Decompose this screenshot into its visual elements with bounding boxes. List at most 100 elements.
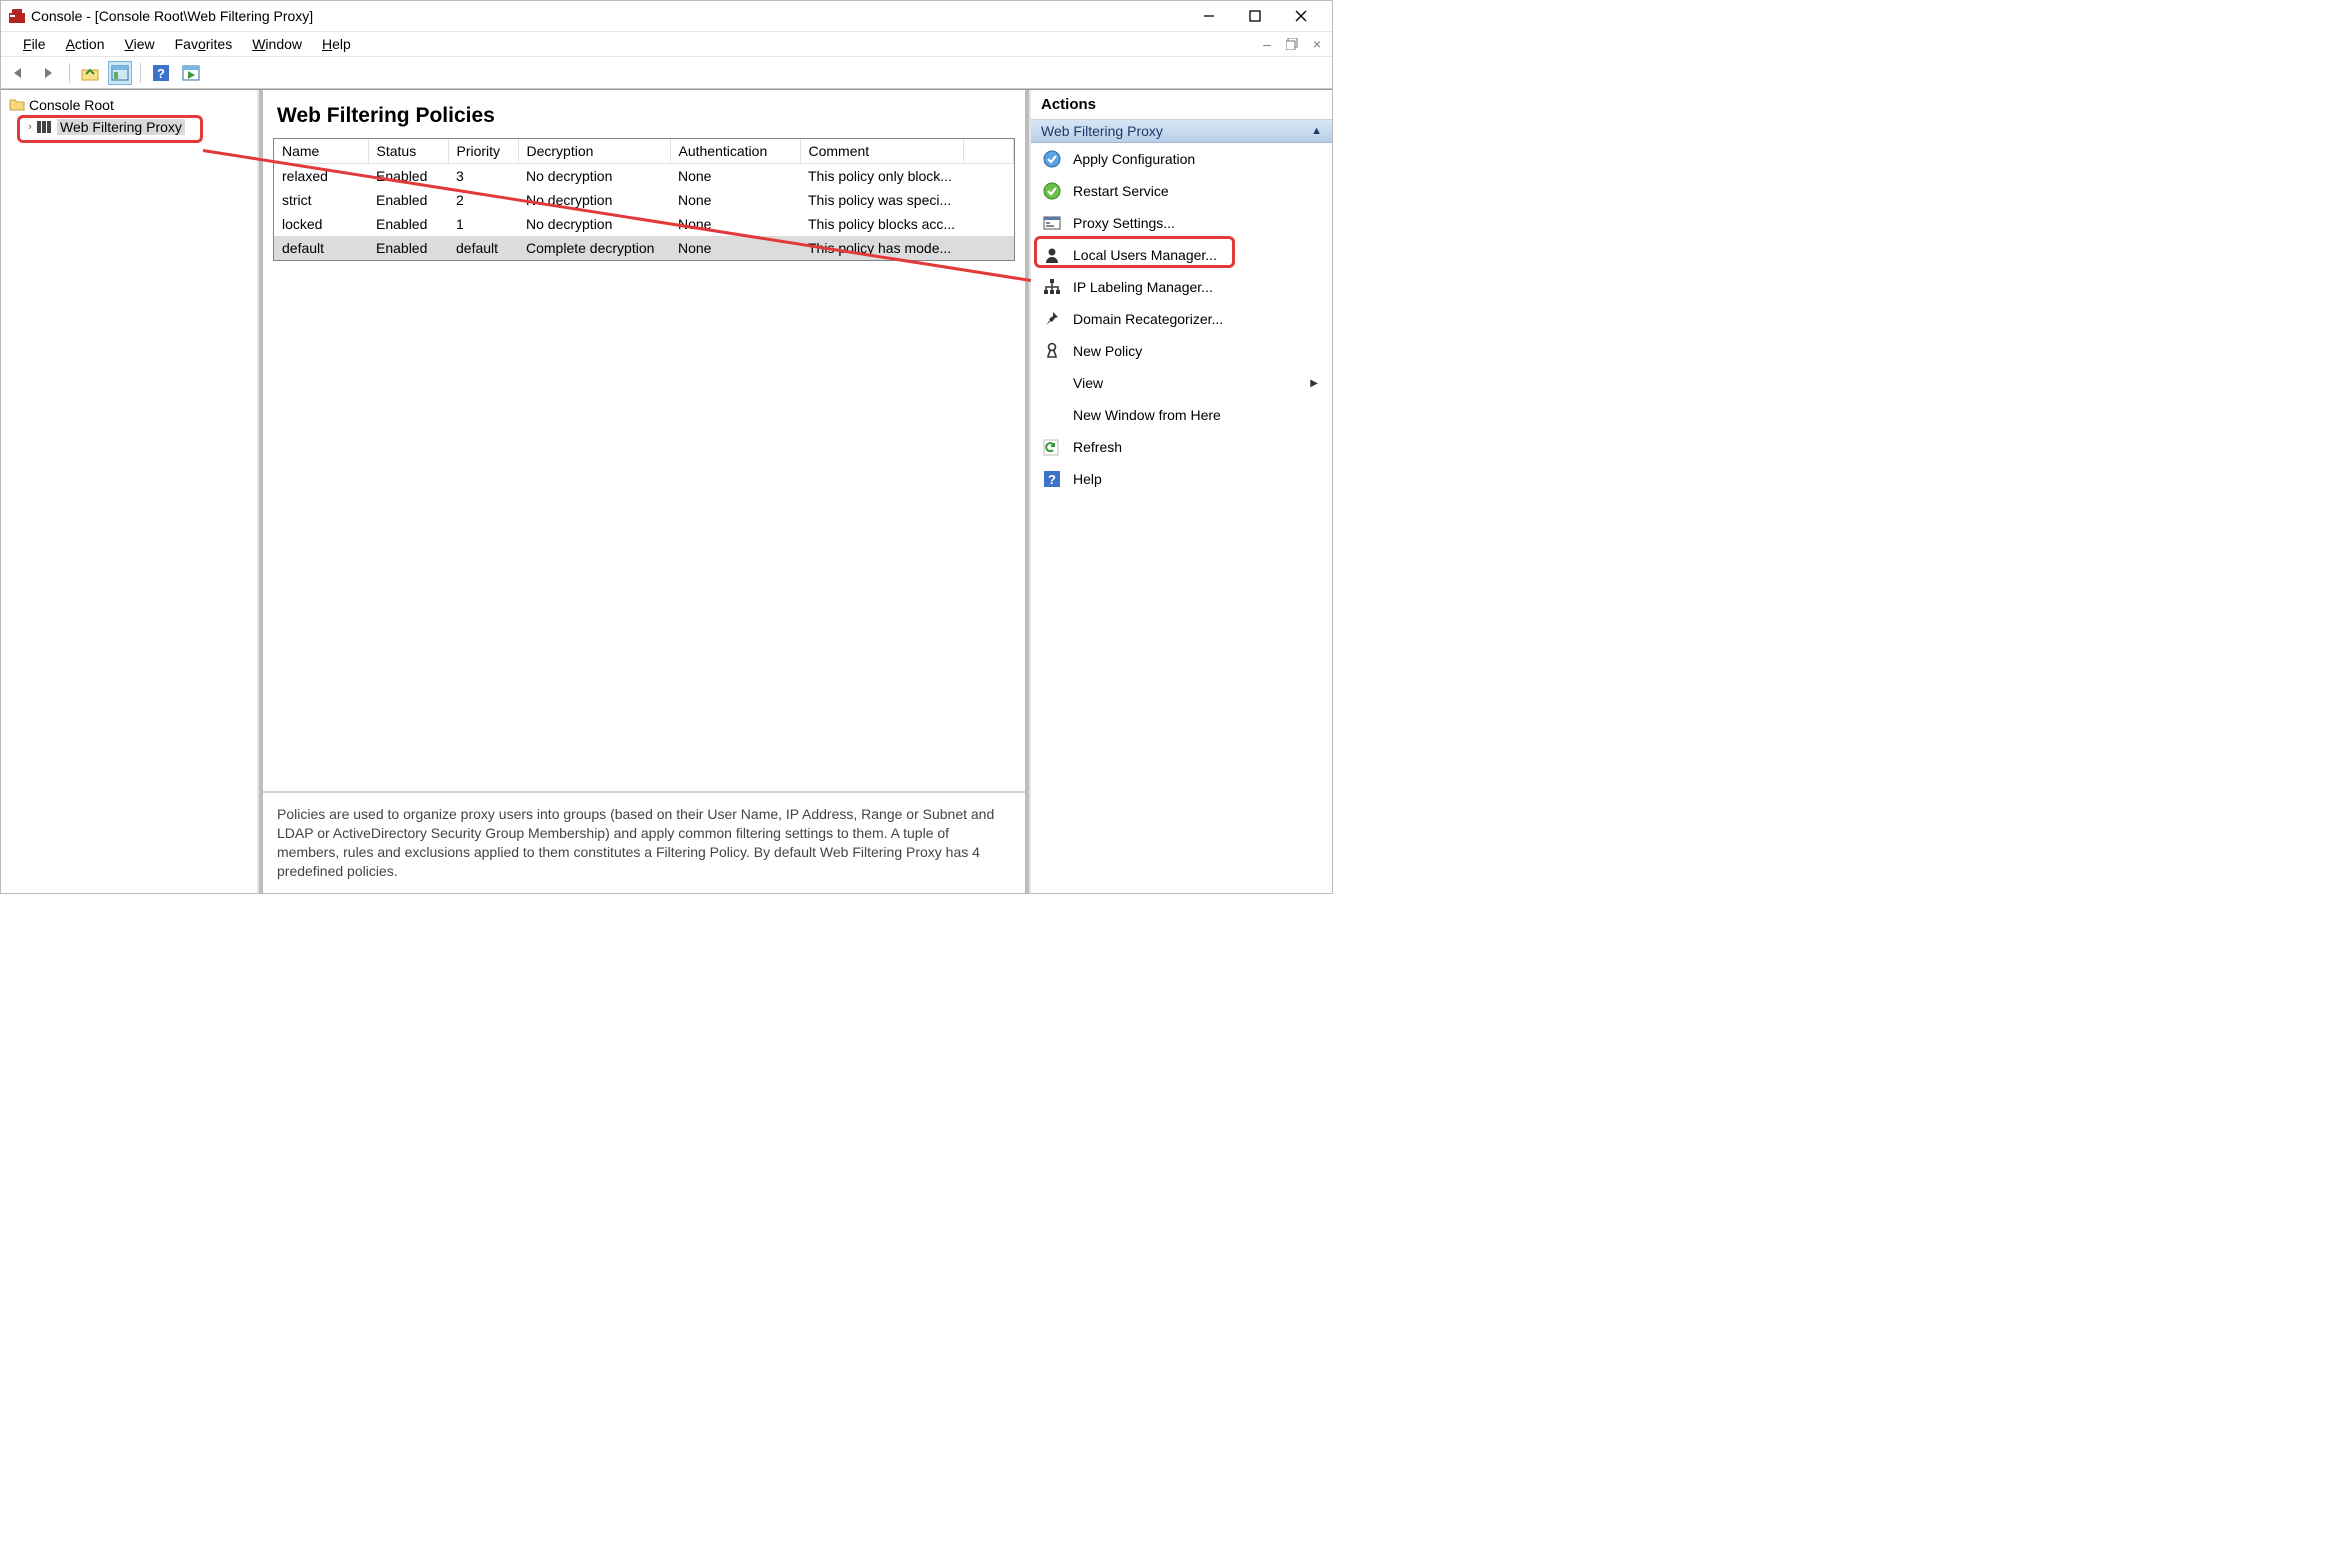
forward-button[interactable] xyxy=(37,61,61,85)
cell-status: Enabled xyxy=(368,236,448,260)
table-row[interactable]: defaultEnableddefaultComplete decryption… xyxy=(274,236,1014,260)
cell-comment: This policy only block... xyxy=(800,164,963,189)
cell-status: Enabled xyxy=(368,164,448,189)
svg-text:?: ? xyxy=(157,66,165,81)
pin-icon xyxy=(1043,310,1061,328)
description-panel: Policies are used to organize proxy user… xyxy=(263,791,1025,893)
tree-root[interactable]: Console Root xyxy=(1,94,257,116)
up-button[interactable] xyxy=(78,61,102,85)
cell-status: Enabled xyxy=(368,188,448,212)
menu-window[interactable]: Window xyxy=(242,34,312,54)
show-tree-button[interactable] xyxy=(108,61,132,85)
actions-group-label: Web Filtering Proxy xyxy=(1041,123,1163,139)
action-label: Apply Configuration xyxy=(1073,151,1320,167)
cell-priority: 2 xyxy=(448,188,518,212)
col-name[interactable]: Name xyxy=(274,139,368,164)
action-proxy-settings[interactable]: Proxy Settings... xyxy=(1031,207,1332,239)
action-new-policy[interactable]: New Policy xyxy=(1031,335,1332,367)
policies-table[interactable]: Name Status Priority Decryption Authenti… xyxy=(274,139,1014,260)
action-label: Refresh xyxy=(1073,439,1320,455)
action-label: IP Labeling Manager... xyxy=(1073,279,1320,295)
cell-name: strict xyxy=(274,188,368,212)
tree-root-label: Console Root xyxy=(29,97,114,113)
col-status[interactable]: Status xyxy=(368,139,448,164)
cell-status: Enabled xyxy=(368,212,448,236)
menu-view[interactable]: View xyxy=(115,34,165,54)
cell-decryption: No decryption xyxy=(518,212,670,236)
window-title: Console - [Console Root\Web Filtering Pr… xyxy=(31,8,1186,24)
action-label: Restart Service xyxy=(1073,183,1320,199)
collapse-icon: ▲ xyxy=(1311,125,1322,137)
chevron-right-icon[interactable]: › xyxy=(23,121,37,133)
tree-node-proxy[interactable]: › Web Filtering Proxy xyxy=(1,116,257,138)
cell-name: locked xyxy=(274,212,368,236)
action-label: Domain Recategorizer... xyxy=(1073,311,1320,327)
col-spacer xyxy=(963,139,1013,164)
run-button[interactable] xyxy=(179,61,203,85)
restart-icon xyxy=(1043,182,1061,200)
help-icon: ? xyxy=(1043,470,1061,488)
action-label: Local Users Manager... xyxy=(1073,247,1320,263)
back-button[interactable] xyxy=(7,61,31,85)
action-label: New Policy xyxy=(1073,343,1320,359)
table-row[interactable]: strictEnabled2No decryptionNoneThis poli… xyxy=(274,188,1014,212)
blank-icon xyxy=(1043,374,1061,392)
action-refresh[interactable]: Refresh xyxy=(1031,431,1332,463)
action-new-window-from-here[interactable]: New Window from Here xyxy=(1031,399,1332,431)
toolbar: ? xyxy=(1,57,1332,89)
action-restart-service[interactable]: Restart Service xyxy=(1031,175,1332,207)
actions-group[interactable]: Web Filtering Proxy ▲ xyxy=(1031,120,1332,143)
child-close[interactable]: × xyxy=(1306,33,1328,55)
cell-priority: 3 xyxy=(448,164,518,189)
cell-name: default xyxy=(274,236,368,260)
action-apply-configuration[interactable]: Apply Configuration xyxy=(1031,143,1332,175)
cell-comment: This policy was speci... xyxy=(800,188,963,212)
action-label: Proxy Settings... xyxy=(1073,215,1320,231)
page-title: Web Filtering Policies xyxy=(263,90,1025,138)
cell-decryption: No decryption xyxy=(518,164,670,189)
tree-node-label: Web Filtering Proxy xyxy=(57,119,185,135)
action-help[interactable]: ? Help xyxy=(1031,463,1332,495)
cell-auth: None xyxy=(670,212,800,236)
close-button[interactable] xyxy=(1278,1,1324,31)
cell-comment: This policy blocks acc... xyxy=(800,212,963,236)
action-label: New Window from Here xyxy=(1073,407,1320,423)
child-restore[interactable] xyxy=(1281,33,1303,55)
apply-icon xyxy=(1043,150,1061,168)
table-row[interactable]: relaxedEnabled3No decryptionNoneThis pol… xyxy=(274,164,1014,189)
svg-text:?: ? xyxy=(1048,472,1056,487)
col-decryption[interactable]: Decryption xyxy=(518,139,670,164)
menu-action[interactable]: Action xyxy=(56,34,115,54)
refresh-icon xyxy=(1043,438,1061,456)
menu-help[interactable]: Help xyxy=(312,34,361,54)
action-ip-labeling-manager[interactable]: IP Labeling Manager... xyxy=(1031,271,1332,303)
menu-favorites[interactable]: Favorites xyxy=(165,34,243,54)
cell-comment: This policy has mode... xyxy=(800,236,963,260)
cell-decryption: No decryption xyxy=(518,188,670,212)
titlebar: Console - [Console Root\Web Filtering Pr… xyxy=(1,1,1332,31)
action-label: View xyxy=(1073,375,1298,391)
maximize-button[interactable] xyxy=(1232,1,1278,31)
col-auth[interactable]: Authentication xyxy=(670,139,800,164)
help-button[interactable]: ? xyxy=(149,61,173,85)
col-comment[interactable]: Comment xyxy=(800,139,963,164)
cell-auth: None xyxy=(670,188,800,212)
actions-pane: Actions Web Filtering Proxy ▲ Apply Conf… xyxy=(1029,90,1332,893)
menu-file[interactable]: File xyxy=(13,34,56,54)
minimize-button[interactable] xyxy=(1186,1,1232,31)
tree-pane: Console Root › Web Filtering Proxy xyxy=(1,90,259,893)
action-domain-recategorizer[interactable]: Domain Recategorizer... xyxy=(1031,303,1332,335)
action-view[interactable]: View xyxy=(1031,367,1332,399)
action-local-users-manager[interactable]: Local Users Manager... xyxy=(1031,239,1332,271)
menubar: File Action View Favorites Window Help –… xyxy=(1,31,1332,57)
child-minimize[interactable]: – xyxy=(1256,33,1278,55)
table-row[interactable]: lockedEnabled1No decryptionNoneThis poli… xyxy=(274,212,1014,236)
cell-auth: None xyxy=(670,236,800,260)
app-icon xyxy=(9,8,25,24)
col-priority[interactable]: Priority xyxy=(448,139,518,164)
user-icon xyxy=(1043,246,1061,264)
action-label: Help xyxy=(1073,471,1320,487)
center-pane: Web Filtering Policies Name Status Prior… xyxy=(259,90,1029,893)
folder-icon xyxy=(9,97,25,113)
settings-icon xyxy=(1043,214,1061,232)
